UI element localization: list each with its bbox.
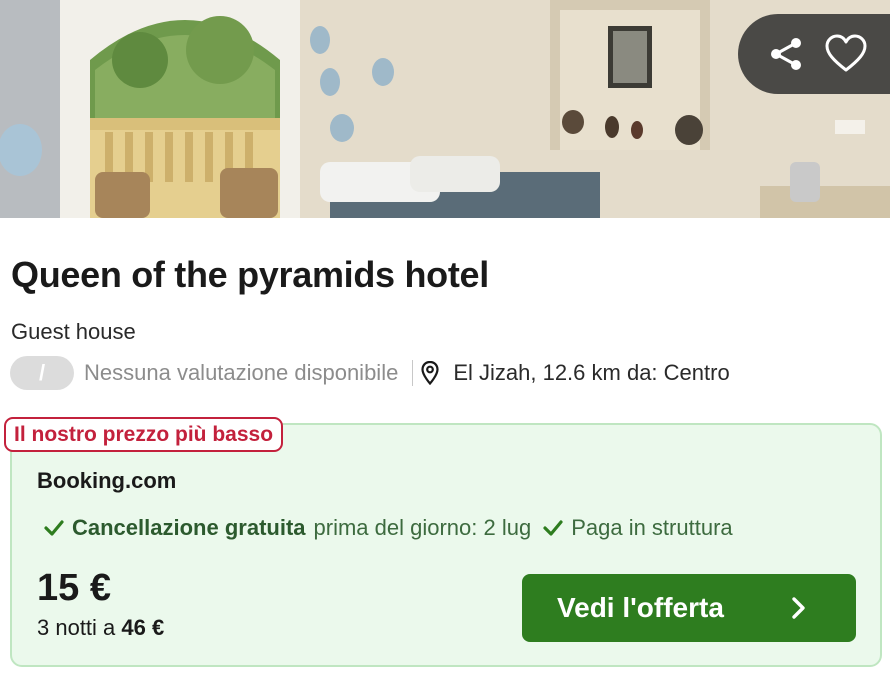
view-offer-button[interactable]: Vedi l'offerta <box>522 574 856 642</box>
total-price: 46 € <box>121 615 165 640</box>
hotel-meta-row: / Nessuna valutazione disponibile El Jiz… <box>10 355 730 391</box>
nights-prefix: 3 notti a <box>37 615 116 640</box>
heart-icon <box>825 34 867 72</box>
check-icon <box>44 518 64 538</box>
offer-features: Cancellazione gratuita prima del giorno:… <box>44 515 733 541</box>
pay-at-property: Paga in struttura <box>543 515 733 541</box>
share-button[interactable] <box>763 31 809 77</box>
nightly-price: 15 € <box>37 567 111 609</box>
check-icon <box>543 518 563 538</box>
accommodation-type: Guest house <box>11 319 136 344</box>
hotel-photo[interactable] <box>0 0 890 218</box>
rating-text: Nessuna valutazione disponibile <box>84 360 399 385</box>
chevron-right-icon <box>792 597 805 619</box>
rating-badge: / <box>10 356 74 390</box>
photo-actions <box>738 14 890 94</box>
location-text[interactable]: El Jizah, 12.6 km da: Centro <box>453 360 729 386</box>
meta-divider <box>412 360 414 386</box>
lowest-price-badge: Il nostro prezzo più basso <box>4 417 284 452</box>
location-pin-icon <box>419 360 441 386</box>
total-price-line: 3 notti a 46 € <box>37 615 164 641</box>
free-cancellation: Cancellazione gratuita <box>72 515 306 540</box>
cancellation-deadline: prima del giorno: 2 lug <box>313 515 532 540</box>
favorite-button[interactable] <box>823 31 869 77</box>
view-offer-label: Vedi l'offerta <box>557 592 724 623</box>
pay-at-property-label: Paga in struttura <box>571 515 733 540</box>
share-icon <box>771 38 801 70</box>
provider-name: Booking.com <box>37 468 177 493</box>
hotel-name[interactable]: Queen of the pyramids hotel <box>11 254 489 296</box>
